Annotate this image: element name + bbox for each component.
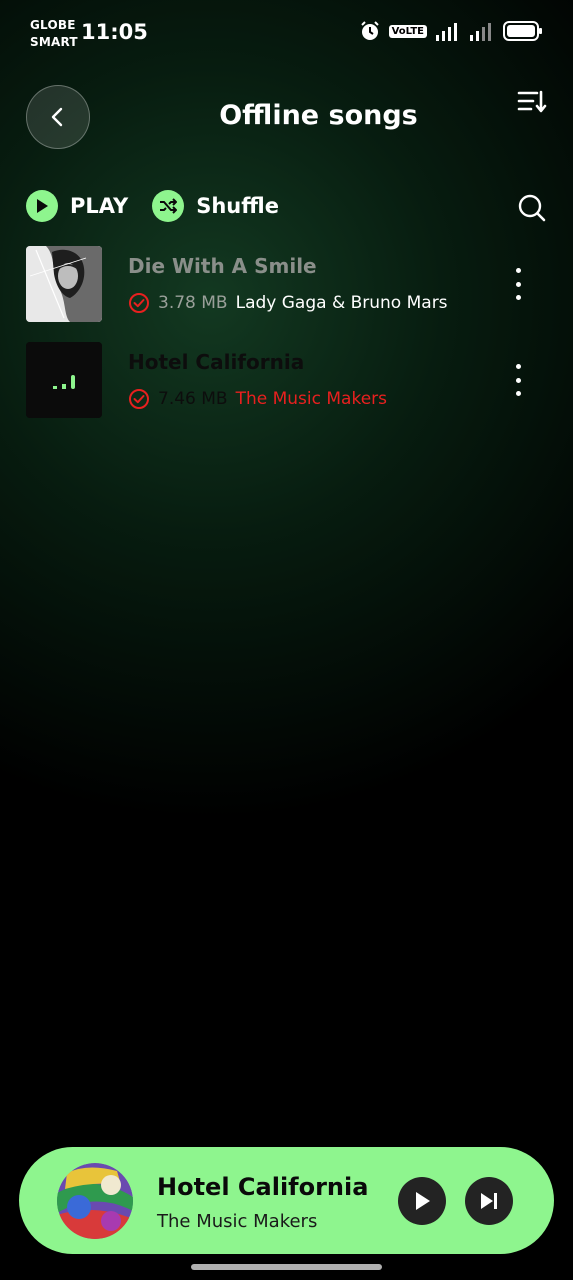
next-button[interactable] [465,1177,513,1225]
more-options-button[interactable] [510,364,526,396]
skip-next-icon [481,1193,497,1209]
song-artist: The Music Makers [235,389,388,409]
carrier-line-2: SMART [30,35,78,49]
shuffle-button[interactable] [152,190,185,222]
sort-icon [517,90,547,113]
downloaded-check-icon [129,389,149,409]
status-time: 11:05 [81,20,148,44]
alarm-icon [360,21,379,40]
status-bar: GLOBE SMART 11:05 VoLTE [0,0,573,70]
song-row[interactable]: Die With A Smile 3.78 MB Lady Gaga & Bru… [26,246,546,324]
downloaded-check-icon [129,293,149,313]
carrier-line-1: GLOBE [30,18,76,32]
song-title: Die With A Smile [128,254,317,278]
shuffle-label[interactable]: Shuffle [196,194,279,218]
mini-player[interactable]: Hotel California The Music Makers [19,1147,554,1254]
album-art [26,246,102,322]
album-art [26,342,102,418]
carrier-label: GLOBE SMART [30,17,78,51]
more-vert-icon [515,364,521,369]
play-button[interactable] [398,1177,446,1225]
song-meta: 7.46 MB The Music Makers [128,388,387,410]
song-row[interactable]: Hotel California 7.46 MB The Music Maker… [26,342,546,420]
play-all-button[interactable] [26,190,58,222]
search-icon [518,194,546,222]
now-playing-artist: The Music Makers [157,1211,318,1232]
song-title: Hotel California [128,350,305,374]
play-icon [37,199,48,213]
more-options-button[interactable] [510,268,526,300]
action-row: PLAY Shuffle [26,190,303,222]
more-vert-icon [515,268,521,273]
song-artist: Lady Gaga & Bruno Mars [235,293,448,313]
play-all-label[interactable]: PLAY [70,194,128,218]
signal-icon [470,23,491,41]
page-title: Offline songs [219,100,418,131]
now-playing-title: Hotel California [157,1173,369,1201]
status-icons: VoLTE [359,20,543,42]
signal-icon [436,23,457,41]
battery-icon [503,21,542,41]
file-size: 3.78 MB [158,293,228,313]
play-icon [416,1192,430,1210]
shuffle-icon [160,198,178,214]
sort-button[interactable] [517,88,547,116]
now-playing-art [57,1163,133,1239]
home-indicator[interactable] [191,1264,382,1270]
song-meta: 3.78 MB Lady Gaga & Bruno Mars [128,292,448,314]
search-button[interactable] [517,193,547,223]
volte-icon: VoLTE [388,24,427,38]
file-size: 7.46 MB [158,389,228,409]
